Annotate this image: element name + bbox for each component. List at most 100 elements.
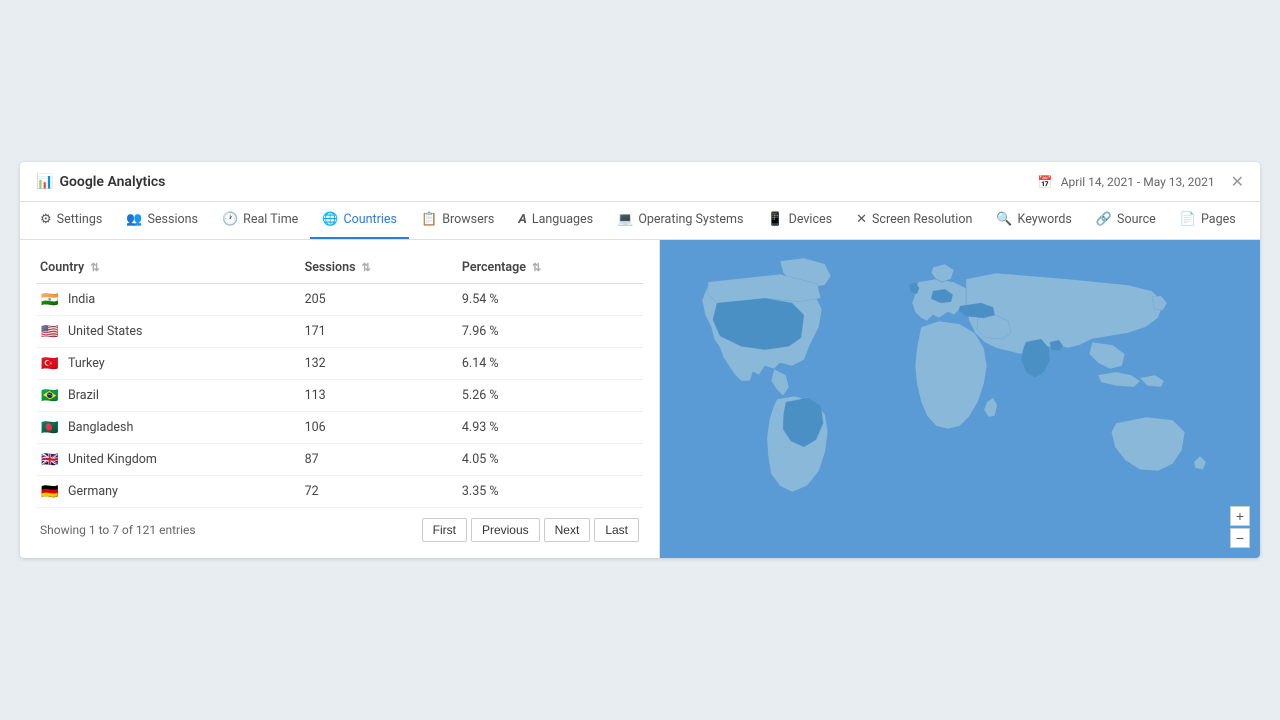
table-row: 🇮🇳 India 205 9.54 % — [36, 284, 643, 316]
tab-settings[interactable]: ⚙ Settings — [28, 202, 114, 239]
percentage-cell-3: 5.26 % — [458, 380, 643, 412]
settings-icon: ⚙ — [40, 212, 52, 227]
table-row: 🇩🇪 Germany 72 3.35 % — [36, 476, 643, 508]
first-button[interactable]: First — [422, 518, 467, 542]
app-title: Google Analytics — [59, 174, 165, 190]
tab-settings-label: Settings — [57, 212, 103, 227]
close-button[interactable]: ✕ — [1231, 172, 1244, 191]
tab-pages[interactable]: 📄 Pages — [1168, 202, 1248, 239]
map-zoom-controls: + − — [1230, 506, 1250, 548]
keywords-icon: 🔍 — [996, 212, 1012, 227]
tab-sessions-label: Sessions — [148, 212, 198, 227]
tab-countries-label: Countries — [343, 212, 397, 227]
card-meta: 📅 April 14, 2021 - May 13, 2021 ✕ — [1038, 172, 1244, 191]
zoom-out-button[interactable]: − — [1230, 528, 1250, 548]
country-cell-3: 🇧🇷 Brazil — [36, 380, 301, 412]
col-sessions[interactable]: Sessions ⇅ — [301, 252, 458, 284]
tab-screen[interactable]: ✕ Screen Resolution — [844, 202, 984, 239]
sessions-cell-5: 87 — [301, 444, 458, 476]
percentage-cell-5: 4.05 % — [458, 444, 643, 476]
sessions-cell-1: 171 — [301, 316, 458, 348]
tab-browsers[interactable]: 📋 Browsers — [409, 202, 506, 239]
flag-5: 🇬🇧 — [40, 453, 60, 467]
flag-2: 🇹🇷 — [40, 357, 60, 371]
pagination-area: Showing 1 to 7 of 121 entries First Prev… — [36, 508, 643, 546]
percentage-cell-4: 4.93 % — [458, 412, 643, 444]
percentage-cell-1: 7.96 % — [458, 316, 643, 348]
tab-source-label: Source — [1117, 212, 1156, 227]
pages-icon: 📄 — [1180, 212, 1196, 227]
tab-devices-label: Devices — [789, 212, 832, 227]
country-name-6: Germany — [68, 484, 118, 499]
tab-languages-label: Languages — [532, 212, 593, 227]
card-title: 📊 Google Analytics — [36, 174, 165, 190]
countries-table: Country ⇅ Sessions ⇅ Percentage ⇅ 🇮🇳 — [36, 252, 643, 508]
card-header: 📊 Google Analytics 📅 April 14, 2021 - Ma… — [20, 162, 1260, 202]
world-map: + − — [660, 240, 1260, 558]
analytics-card: 📊 Google Analytics 📅 April 14, 2021 - Ma… — [20, 162, 1260, 558]
sort-country-icon: ⇅ — [90, 261, 99, 274]
percentage-cell-0: 9.54 % — [458, 284, 643, 316]
country-name-2: Turkey — [68, 356, 105, 371]
flag-6: 🇩🇪 — [40, 485, 60, 499]
tab-os-label: Operating Systems — [638, 212, 743, 227]
country-cell-0: 🇮🇳 India — [36, 284, 301, 316]
sessions-cell-6: 72 — [301, 476, 458, 508]
map-svg — [660, 240, 1260, 558]
table-section: Country ⇅ Sessions ⇅ Percentage ⇅ 🇮🇳 — [20, 240, 660, 558]
sessions-icon: 👥 — [126, 212, 142, 227]
next-button[interactable]: Next — [544, 518, 591, 542]
tab-os[interactable]: 💻 Operating Systems — [605, 202, 755, 239]
map-section: + − — [660, 240, 1260, 558]
country-name-0: India — [68, 292, 95, 307]
sessions-cell-3: 113 — [301, 380, 458, 412]
content-area: Country ⇅ Sessions ⇅ Percentage ⇅ 🇮🇳 — [20, 240, 1260, 558]
tab-sessions[interactable]: 👥 Sessions — [114, 202, 210, 239]
browsers-icon: 📋 — [421, 212, 437, 227]
col-country[interactable]: Country ⇅ — [36, 252, 301, 284]
table-row: 🇺🇸 United States 171 7.96 % — [36, 316, 643, 348]
country-cell-1: 🇺🇸 United States — [36, 316, 301, 348]
country-cell-4: 🇧🇩 Bangladesh — [36, 412, 301, 444]
countries-icon: 🌐 — [322, 212, 338, 227]
country-name-5: United Kingdom — [68, 452, 157, 467]
col-percentage[interactable]: Percentage ⇅ — [458, 252, 643, 284]
tab-browsers-label: Browsers — [442, 212, 494, 227]
country-name-3: Brazil — [68, 388, 99, 403]
languages-icon: A — [518, 212, 526, 227]
country-cell-2: 🇹🇷 Turkey — [36, 348, 301, 380]
devices-icon: 📱 — [767, 212, 783, 227]
realtime-icon: 🕐 — [222, 212, 238, 227]
pagination-buttons: First Previous Next Last — [422, 518, 639, 542]
tab-countries[interactable]: 🌐 Countries — [310, 202, 409, 239]
sessions-cell-2: 132 — [301, 348, 458, 380]
percentage-cell-2: 6.14 % — [458, 348, 643, 380]
country-cell-6: 🇩🇪 Germany — [36, 476, 301, 508]
screen-icon: ✕ — [856, 212, 867, 227]
nav-tabs: ⚙ Settings 👥 Sessions 🕐 Real Time 🌐 Coun… — [20, 202, 1260, 240]
flag-3: 🇧🇷 — [40, 389, 60, 403]
tab-languages[interactable]: A Languages — [506, 202, 605, 239]
sessions-cell-4: 106 — [301, 412, 458, 444]
sessions-cell-0: 205 — [301, 284, 458, 316]
table-row: 🇧🇩 Bangladesh 106 4.93 % — [36, 412, 643, 444]
last-button[interactable]: Last — [594, 518, 639, 542]
country-cell-5: 🇬🇧 United Kingdom — [36, 444, 301, 476]
country-name-1: United States — [68, 324, 142, 339]
tab-realtime[interactable]: 🕐 Real Time — [210, 202, 310, 239]
tab-source[interactable]: 🔗 Source — [1084, 202, 1168, 239]
previous-button[interactable]: Previous — [471, 518, 540, 542]
tab-devices[interactable]: 📱 Devices — [755, 202, 844, 239]
sort-sessions-icon: ⇅ — [362, 261, 371, 274]
flag-0: 🇮🇳 — [40, 293, 60, 307]
tab-screen-label: Screen Resolution — [872, 212, 972, 227]
zoom-in-button[interactable]: + — [1230, 506, 1250, 526]
table-row: 🇧🇷 Brazil 113 5.26 % — [36, 380, 643, 412]
flag-4: 🇧🇩 — [40, 421, 60, 435]
flag-1: 🇺🇸 — [40, 325, 60, 339]
date-range: April 14, 2021 - May 13, 2021 — [1061, 175, 1215, 189]
tab-keywords[interactable]: 🔍 Keywords — [984, 202, 1083, 239]
tab-realtime-label: Real Time — [243, 212, 298, 227]
analytics-icon: 📊 — [36, 174, 53, 190]
country-name-4: Bangladesh — [68, 420, 133, 435]
